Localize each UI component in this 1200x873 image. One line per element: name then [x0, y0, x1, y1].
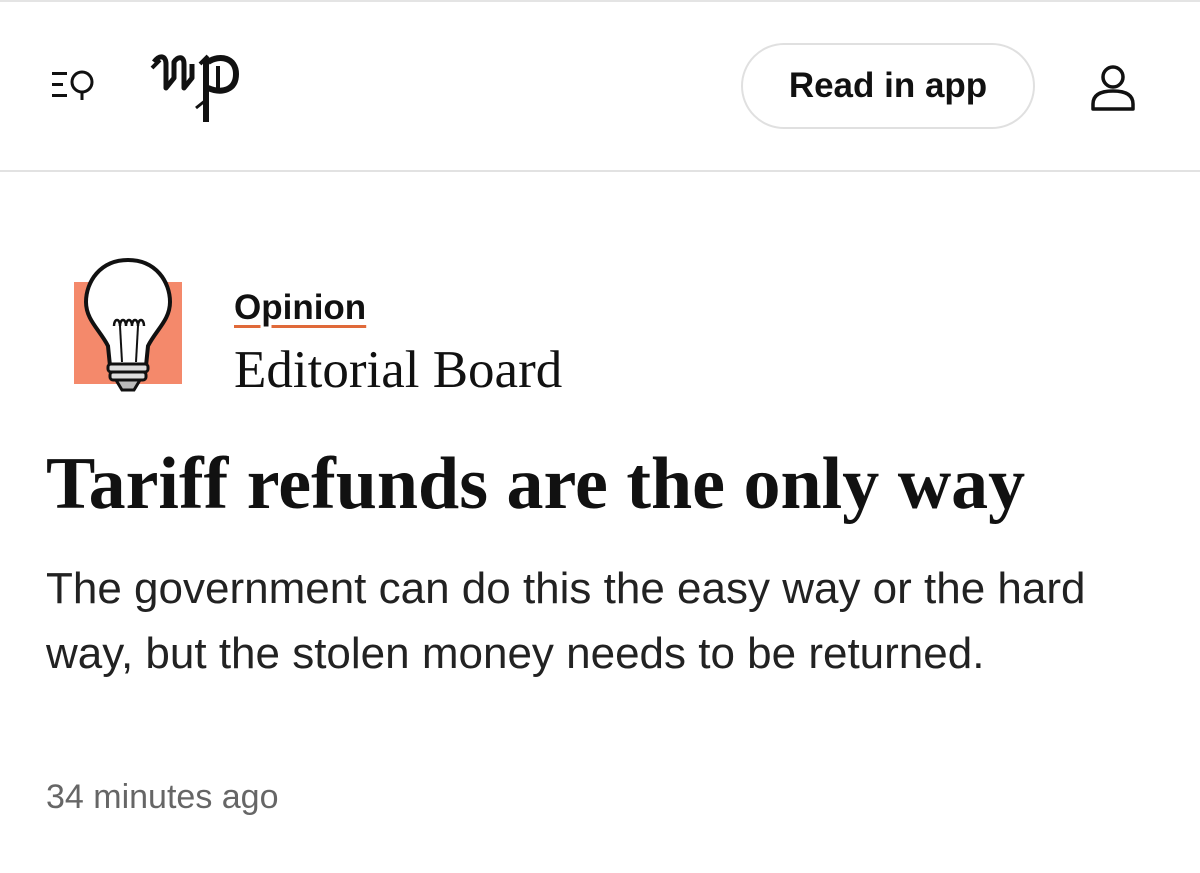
account-button[interactable] — [1090, 64, 1136, 112]
lightbulb-icon — [72, 256, 184, 396]
timestamp: 34 minutes ago — [46, 778, 279, 816]
person-icon — [1091, 65, 1135, 111]
article-dek: The government can do this the easy way … — [46, 564, 1086, 678]
menu-search-icon[interactable] — [50, 66, 102, 106]
menu-search-icon-graphic — [52, 70, 94, 100]
section-link-opinion[interactable]: Opinion — [234, 288, 366, 328]
site-header: Read in app — [0, 0, 1200, 172]
wp-logo-icon — [150, 54, 240, 122]
author-byline[interactable]: Editorial Board — [234, 340, 562, 400]
wp-logo[interactable] — [150, 48, 242, 124]
lightbulb-illustration — [74, 257, 182, 392]
article-headline[interactable]: Tariff refunds are the only way — [46, 440, 1025, 528]
read-in-app-label: Read in app — [788, 66, 988, 105]
read-in-app-button[interactable]: Read in app — [741, 43, 1035, 129]
